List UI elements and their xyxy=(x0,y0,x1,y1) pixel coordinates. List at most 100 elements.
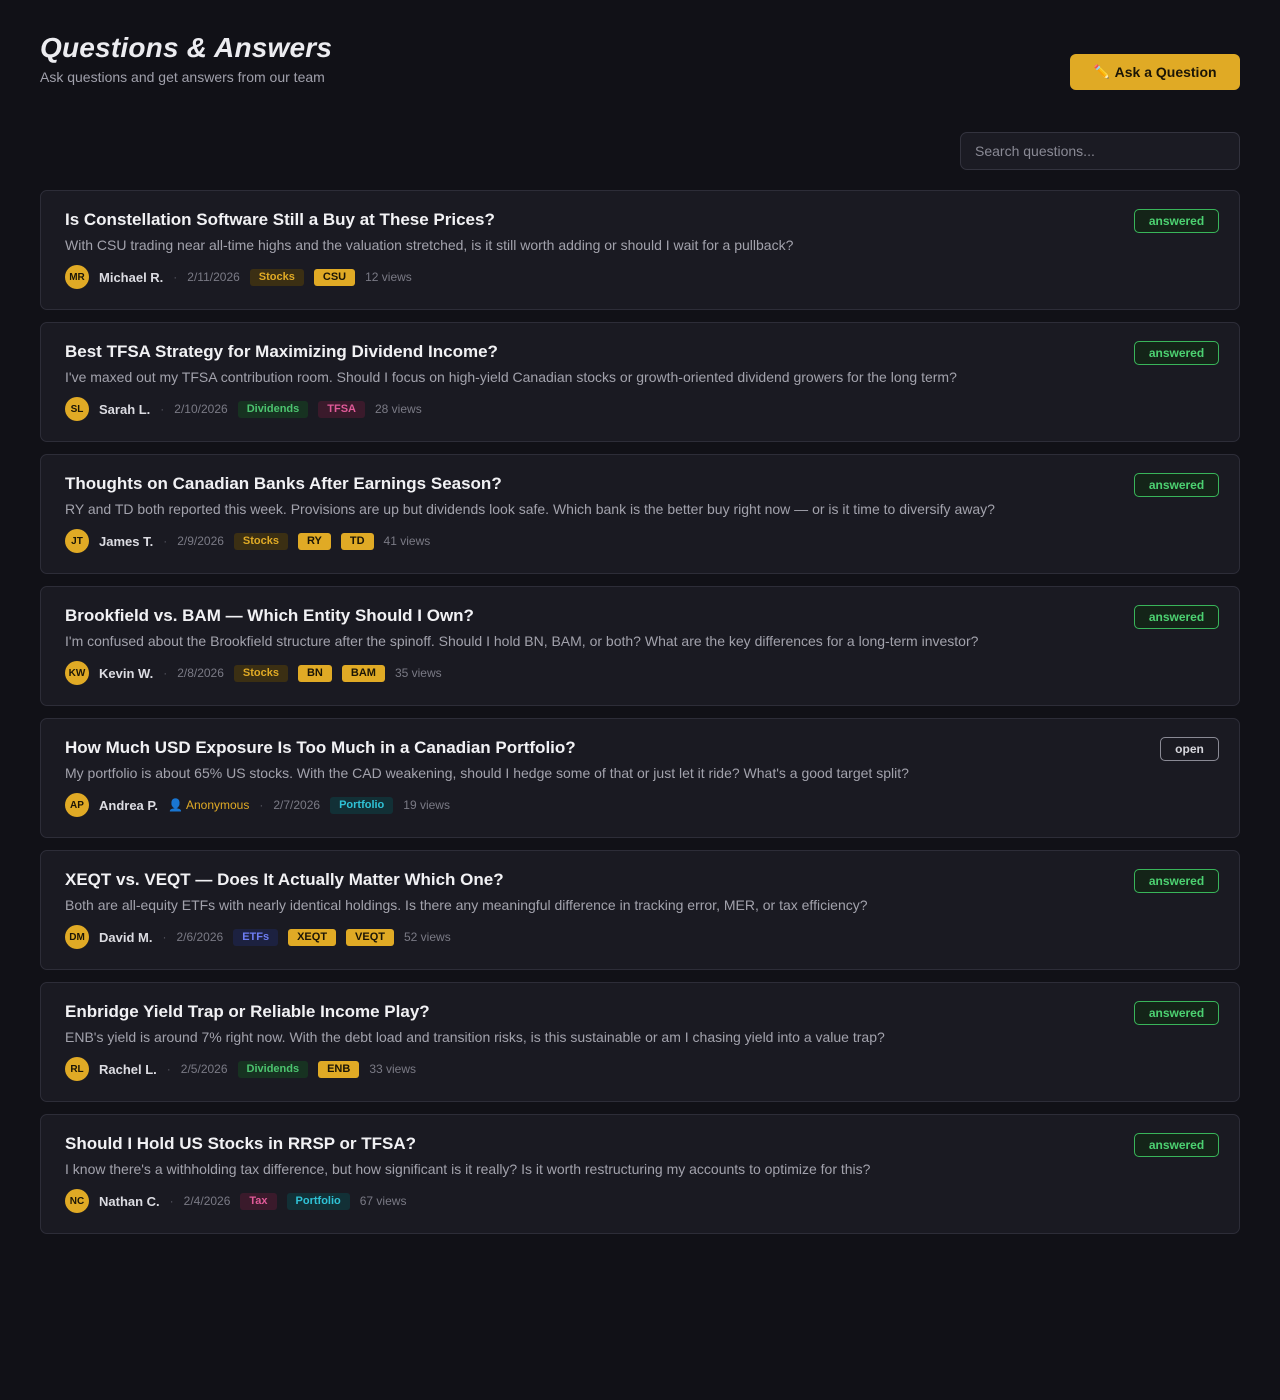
question-meta: RL Rachel L. · 2/5/2026 Dividends ENB 33 views xyxy=(65,1057,1215,1081)
question-card[interactable]: Is Constellation Software Still a Buy at… xyxy=(40,190,1240,310)
view-count: 33 views xyxy=(369,1062,417,1076)
question-list: Is Constellation Software Still a Buy at… xyxy=(40,190,1240,1246)
view-count: 12 views xyxy=(365,270,412,284)
tag-veqt[interactable]: VEQT xyxy=(346,928,394,946)
question-excerpt: With CSU trading near all-time highs and… xyxy=(65,237,794,253)
tag-xeqt[interactable]: XEQT xyxy=(288,928,337,946)
separator-dot: · xyxy=(163,534,168,548)
author-name: Nathan C. xyxy=(99,1193,160,1209)
question-title[interactable]: How Much USD Exposure Is Too Much in a C… xyxy=(65,737,1215,759)
question-meta: MR Michael R. · 2/11/2026 Stocks CSU 12 views xyxy=(65,265,1215,289)
post-date: 2/8/2026 xyxy=(177,666,224,680)
question-meta: JT James T. · 2/9/2026 Stocks RY TD 41 views xyxy=(65,529,1215,553)
avatar: MR xyxy=(65,265,89,289)
page-header: Questions & Answers Ask questions and ge… xyxy=(40,32,332,85)
avatar: AP xyxy=(65,793,89,817)
view-count: 52 views xyxy=(404,930,451,944)
avatar: SL xyxy=(65,397,89,421)
avatar: KW xyxy=(65,661,89,685)
view-count: 67 views xyxy=(359,1194,407,1208)
question-excerpt: ENB's yield is around 7% right now. With… xyxy=(65,1029,885,1045)
question-excerpt: RY and TD both reported this week. Provi… xyxy=(65,501,995,517)
post-date: 2/10/2026 xyxy=(174,402,228,416)
author-name: Andrea P. xyxy=(99,797,159,813)
tag-tax[interactable]: Tax xyxy=(240,1192,277,1210)
separator-dot: · xyxy=(173,270,178,284)
tag-portfolio[interactable]: Portfolio xyxy=(286,1192,350,1210)
author-name: Rachel L. xyxy=(99,1061,157,1077)
question-excerpt: I've maxed out my TFSA contribution room… xyxy=(65,369,957,385)
question-card[interactable]: Thoughts on Canadian Banks After Earning… xyxy=(40,454,1240,574)
status-badge: answered xyxy=(1134,869,1219,893)
pencil-icon: ✏️ xyxy=(1093,64,1110,79)
question-meta: AP Andrea P. 👤 Anonymous · 2/7/2026 Portfolio 1… xyxy=(65,793,1215,817)
author-name: David M. xyxy=(99,929,153,945)
tag-bn[interactable]: BN xyxy=(297,664,332,682)
question-card[interactable]: Best TFSA Strategy for Maximizing Divide… xyxy=(40,322,1240,442)
question-title[interactable]: Brookfield vs. BAM — Which Entity Should… xyxy=(65,605,1215,627)
tag-td[interactable]: TD xyxy=(340,532,374,550)
tag-stocks[interactable]: Stocks xyxy=(249,268,304,286)
ask-question-button[interactable]: ✏️ Ask a Question xyxy=(1070,54,1240,90)
avatar: RL xyxy=(65,1057,89,1081)
question-excerpt: I'm confused about the Brookfield struct… xyxy=(65,633,979,649)
author-name: Michael R. xyxy=(99,269,164,285)
anonymous-indicator: 👤 Anonymous xyxy=(168,798,249,812)
tag-bam[interactable]: BAM xyxy=(341,664,385,682)
question-title[interactable]: Best TFSA Strategy for Maximizing Divide… xyxy=(65,341,1215,363)
status-badge: answered xyxy=(1134,341,1219,365)
avatar: NC xyxy=(65,1189,89,1213)
page-subtitle: Ask questions and get answers from our t… xyxy=(40,69,325,85)
ask-question-label: Ask a Question xyxy=(1114,64,1217,80)
user-icon: 👤 xyxy=(168,798,183,812)
question-title[interactable]: XEQT vs. VEQT — Does It Actually Matter … xyxy=(65,869,1215,891)
tag-stocks[interactable]: Stocks xyxy=(233,664,288,682)
question-meta: KW Kevin W. · 2/8/2026 Stocks BN BAM 35 views xyxy=(65,661,1215,685)
status-badge: answered xyxy=(1134,209,1219,233)
view-count: 35 views xyxy=(394,666,442,680)
tag-etfs[interactable]: ETFs xyxy=(233,928,279,946)
author-name: Kevin W. xyxy=(99,665,154,681)
tag-enb[interactable]: ENB xyxy=(318,1060,360,1078)
status-badge: answered xyxy=(1134,1001,1219,1025)
tag-tfsa[interactable]: TFSA xyxy=(318,400,365,418)
post-date: 2/7/2026 xyxy=(273,798,321,812)
question-card[interactable]: Brookfield vs. BAM — Which Entity Should… xyxy=(40,586,1240,706)
separator-dot: · xyxy=(163,666,168,680)
tag-csu[interactable]: CSU xyxy=(313,268,356,286)
separator-dot: · xyxy=(169,1194,174,1208)
tag-portfolio[interactable]: Portfolio xyxy=(330,796,394,814)
separator-dot: · xyxy=(259,798,264,812)
question-title[interactable]: Should I Hold US Stocks in RRSP or TFSA? xyxy=(65,1133,1215,1155)
question-card[interactable]: Enbridge Yield Trap or Reliable Income P… xyxy=(40,982,1240,1102)
view-count: 41 views xyxy=(383,534,431,548)
status-badge: answered xyxy=(1134,473,1219,497)
question-excerpt: My portfolio is about 65% US stocks. Wit… xyxy=(65,765,909,781)
separator-dot: · xyxy=(166,1062,171,1076)
post-date: 2/6/2026 xyxy=(176,930,224,944)
question-card[interactable]: XEQT vs. VEQT — Does It Actually Matter … xyxy=(40,850,1240,970)
separator-dot: · xyxy=(160,402,165,416)
search-input[interactable] xyxy=(960,132,1240,170)
question-card[interactable]: Should I Hold US Stocks in RRSP or TFSA?… xyxy=(40,1114,1240,1234)
tag-dividends[interactable]: Dividends xyxy=(237,400,309,418)
view-count: 28 views xyxy=(375,402,422,416)
avatar: JT xyxy=(65,529,89,553)
post-date: 2/5/2026 xyxy=(180,1062,228,1076)
tag-ry[interactable]: RY xyxy=(298,532,331,550)
tag-stocks[interactable]: Stocks xyxy=(233,532,288,550)
question-title[interactable]: Thoughts on Canadian Banks After Earning… xyxy=(65,473,1215,495)
separator-dot: · xyxy=(162,930,167,944)
question-meta: DM David M. · 2/6/2026 ETFs XEQT VEQT 52 views xyxy=(65,925,1215,949)
tag-dividends[interactable]: Dividends xyxy=(237,1060,309,1078)
question-meta: SL Sarah L. · 2/10/2026 Dividends TFSA 28 view… xyxy=(65,397,1215,421)
post-date: 2/9/2026 xyxy=(177,534,224,548)
question-card[interactable]: How Much USD Exposure Is Too Much in a C… xyxy=(40,718,1240,838)
status-badge: answered xyxy=(1134,605,1219,629)
question-title[interactable]: Enbridge Yield Trap or Reliable Income P… xyxy=(65,1001,1215,1023)
status-badge: answered xyxy=(1134,1133,1219,1157)
question-excerpt: Both are all-equity ETFs with nearly ide… xyxy=(65,897,868,913)
anonymous-label: Anonymous xyxy=(185,798,250,812)
question-title[interactable]: Is Constellation Software Still a Buy at… xyxy=(65,209,1215,231)
page-title: Questions & Answers xyxy=(40,32,333,63)
